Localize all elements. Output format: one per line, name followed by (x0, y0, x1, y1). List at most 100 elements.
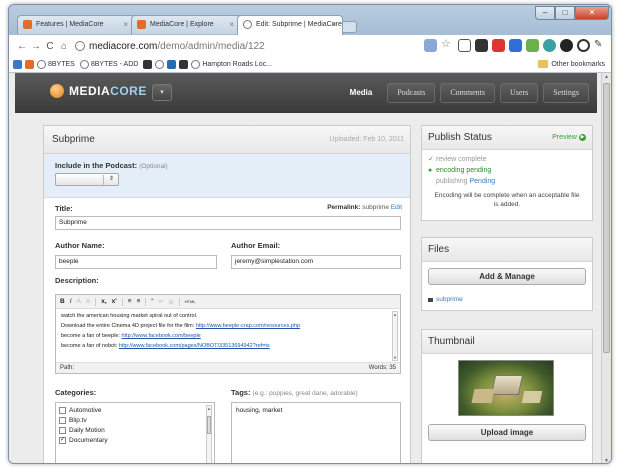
close-icon[interactable]: × (123, 16, 128, 33)
extension-icon[interactable] (526, 39, 539, 52)
editor-scrollbar[interactable]: ▲ ▼ (392, 311, 398, 361)
subscript-button[interactable]: x, (101, 298, 106, 305)
podcast-label-text: Include in the Podcast: (55, 161, 138, 170)
bookmark-8bytes[interactable]: 8BYTES (37, 60, 75, 69)
mediacore-logo[interactable]: MEDIACORE (50, 84, 147, 98)
upload-image-button[interactable]: Upload image (428, 424, 586, 441)
page-content: MEDIACORE ▾ Media Podcasts Comments User… (9, 73, 603, 463)
bookmark-icon[interactable] (179, 60, 189, 69)
title-input[interactable]: Subprime (55, 216, 401, 230)
text-color-button[interactable]: A (77, 298, 81, 305)
author-name-input[interactable]: beeple (55, 255, 217, 269)
html-button[interactable]: HTML (185, 299, 196, 304)
toolbar-divider (145, 297, 147, 306)
nav-podcasts[interactable]: Podcasts (387, 83, 436, 103)
bold-button[interactable]: B (60, 298, 65, 305)
superscript-button[interactable]: x' (112, 298, 117, 305)
description-text[interactable]: watch the american housing market spiral… (61, 311, 386, 363)
bullet-list-button[interactable]: ≡ (128, 298, 132, 305)
categories-scrollbar[interactable]: ▲ (206, 405, 212, 463)
italic-button[interactable]: I (70, 298, 72, 305)
scroll-up-icon[interactable]: ▲ (604, 74, 609, 80)
file-item[interactable]: subprime (428, 296, 463, 303)
description-line: Download the entire Cinema 4D project fi… (61, 321, 386, 331)
category-item[interactable]: Daily Motion (56, 425, 214, 435)
globe-icon (191, 60, 201, 69)
tab-features[interactable]: Features | MediaCore × (17, 15, 135, 34)
other-bookmarks[interactable]: Other bookmarks (538, 60, 605, 68)
home-icon[interactable]: ⌂ (57, 41, 71, 52)
bookmark-label: 8BYTES (48, 61, 75, 68)
bookmark-icon[interactable] (13, 60, 22, 69)
extension-icon[interactable] (424, 39, 437, 52)
checkbox[interactable] (59, 426, 66, 434)
checkbox[interactable] (59, 416, 66, 424)
bookmark-icon[interactable] (25, 60, 34, 69)
bookmark-icon[interactable] (143, 60, 153, 69)
line-text: watch the american housing market spiral… (61, 313, 198, 319)
podcast-select[interactable]: ⇕ (55, 173, 119, 186)
publish-title: Publish Status (428, 132, 492, 143)
unlink-button[interactable]: ⊘ (168, 298, 173, 306)
nav-settings[interactable]: Settings (543, 83, 589, 103)
tab-edit-subprime[interactable]: Edit: Subprime | MediaCore × (237, 15, 343, 35)
window-controls: – □ ✕ (535, 6, 609, 21)
extension-icon[interactable] (492, 39, 505, 52)
reload-icon[interactable]: C (43, 41, 57, 52)
new-tab-button[interactable] (341, 21, 357, 33)
bookmark-8bytes-add[interactable]: 8BYTES - ADD (79, 60, 138, 69)
category-item[interactable]: Automotive (56, 405, 214, 415)
extension-icon[interactable] (577, 39, 590, 52)
description-link[interactable]: http://www.beeple-crap.com/resources.php (196, 323, 300, 329)
close-window-button[interactable]: ✕ (575, 6, 609, 20)
back-arrow-icon[interactable]: ← (15, 41, 29, 52)
checkbox[interactable] (59, 406, 66, 414)
extension-icon[interactable] (543, 39, 556, 52)
highlight-button[interactable]: A (86, 298, 90, 305)
wrench-icon[interactable]: ✎ (594, 39, 607, 52)
forward-arrow-icon[interactable]: → (29, 41, 43, 52)
minimize-button[interactable]: – (535, 6, 555, 20)
quote-button[interactable]: “ (151, 298, 153, 305)
categories-list: Automotive Blip.tv Daily Motion ✓ Documen… (55, 402, 215, 463)
scroll-thumb[interactable] (207, 416, 211, 434)
layers-icon[interactable] (475, 39, 488, 52)
address-bar[interactable]: mediacore.com /demo/admin/media/122 (75, 38, 425, 54)
logo-dropdown-button[interactable]: ▾ (152, 84, 172, 101)
thumbnail-image (458, 360, 554, 416)
category-item[interactable]: ✓ Documentary (56, 435, 214, 445)
description-link[interactable]: http://www.facebook.com/beeple (122, 333, 201, 339)
bookmark-icon[interactable] (155, 60, 165, 69)
close-icon[interactable]: × (229, 16, 234, 33)
bookmark-hampton-roads[interactable]: Hampton Roads Loc... (191, 60, 272, 69)
numbered-list-button[interactable]: ≡ (137, 298, 141, 305)
mail-icon[interactable] (458, 39, 471, 52)
permalink-value: subprime (362, 204, 389, 211)
checkbox-checked[interactable]: ✓ (59, 436, 66, 444)
scroll-thumb[interactable] (603, 83, 610, 353)
extension-icon[interactable] (560, 39, 573, 52)
page-scrollbar[interactable]: ▲ ▼ (601, 73, 611, 463)
link-button[interactable]: ∞ (159, 298, 164, 305)
nav-media[interactable]: Media (340, 83, 383, 103)
star-icon[interactable]: ☆ (441, 39, 454, 52)
scroll-down-icon[interactable]: ▼ (604, 458, 609, 463)
preview-link[interactable]: Preview ▶ (552, 134, 586, 141)
nav-comments[interactable]: Comments (440, 83, 495, 103)
add-manage-button[interactable]: Add & Manage (428, 268, 586, 285)
tab-explore[interactable]: MediaCore | Explore × (131, 15, 241, 34)
scroll-up-icon: ▲ (393, 312, 397, 317)
author-email-input[interactable]: jeremy@simplestation.com (231, 255, 401, 269)
bookmark-icon[interactable] (167, 60, 177, 69)
toolbar-divider (121, 297, 123, 306)
bookmark-star-icon[interactable] (509, 39, 522, 52)
maximize-button[interactable]: □ (555, 6, 575, 20)
category-item[interactable]: Blip.tv (56, 415, 214, 425)
description-link[interactable]: http://www.facebook.com/pages/NOBOT/3351… (119, 343, 270, 349)
close-icon[interactable]: × (331, 16, 336, 33)
permalink-edit-link[interactable]: Edit (391, 204, 402, 211)
tags-input[interactable]: housing, market (231, 402, 401, 463)
status-text: publishing (436, 178, 468, 185)
tags-hint: (e.g.: puppies, great dane, adorable) (252, 390, 358, 397)
nav-users[interactable]: Users (500, 83, 539, 103)
